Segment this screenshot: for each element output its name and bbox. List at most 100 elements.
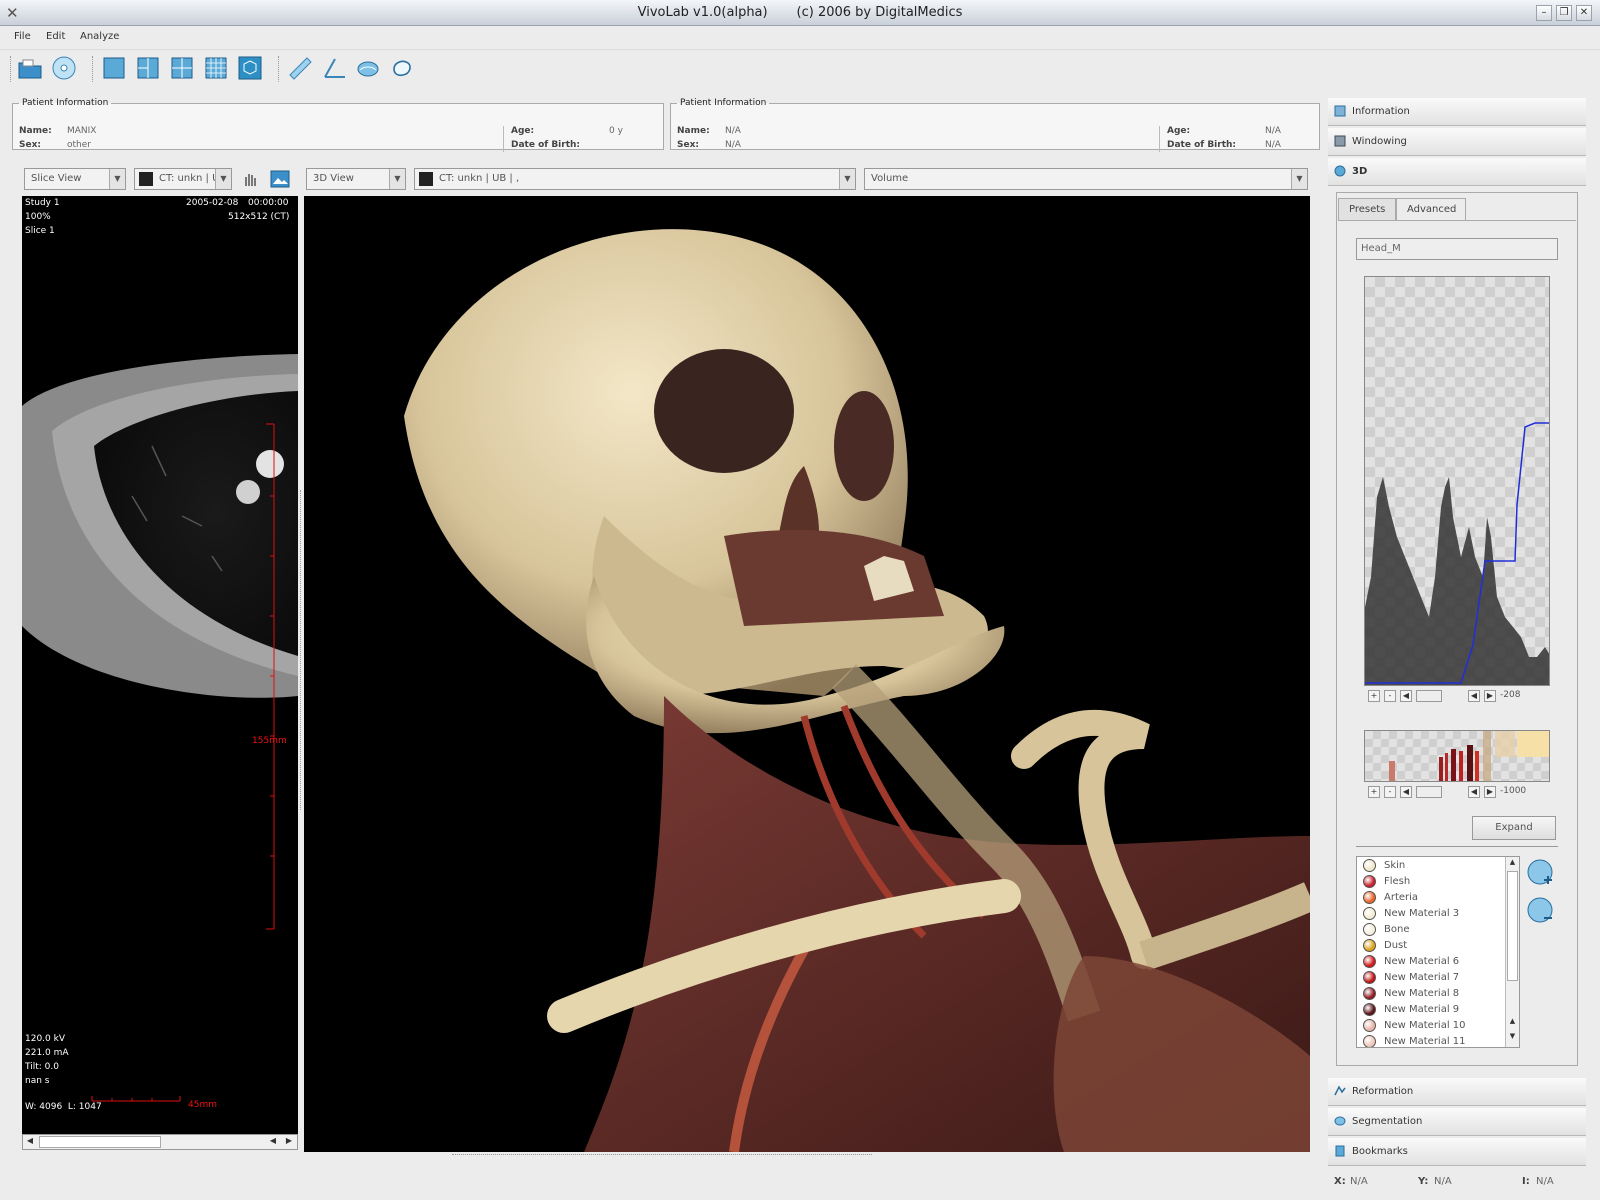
section-windowing[interactable]: Windowing — [1328, 128, 1586, 156]
material-color-icon[interactable] — [1363, 906, 1376, 920]
colormap-slider-thumb[interactable] — [1416, 786, 1442, 798]
3d-view-select[interactable]: 3D View ▼ — [306, 168, 406, 190]
splitter-handle-bottom[interactable] — [452, 1154, 872, 1157]
material-item[interactable]: New Material 6 — [1357, 953, 1519, 969]
section-bookmarks[interactable]: Bookmarks — [1328, 1138, 1586, 1166]
material-item[interactable]: Arteria — [1357, 889, 1519, 905]
material-item[interactable]: New Material 3 — [1357, 905, 1519, 921]
snapshot-icon[interactable] — [268, 168, 292, 190]
tab-advanced[interactable]: Advanced — [1396, 198, 1466, 220]
quad-view-icon[interactable] — [168, 54, 196, 82]
scroll-down-icon[interactable]: ▼ — [1507, 1032, 1518, 1044]
expand-button[interactable]: Expand — [1472, 816, 1556, 840]
material-color-icon[interactable] — [1363, 858, 1376, 872]
slice-series-select[interactable]: CT: unkn | U ▼ — [134, 168, 232, 190]
material-color-icon[interactable] — [1363, 1018, 1376, 1032]
material-color-icon[interactable] — [1363, 922, 1376, 936]
preset-name-field[interactable]: Head_M — [1356, 238, 1558, 260]
scroll-left-button[interactable]: ◀ — [1400, 690, 1412, 702]
material-item[interactable]: New Material 9 — [1357, 1001, 1519, 1017]
dob-label: Date of Birth: — [511, 140, 581, 150]
3d-viewport[interactable] — [304, 196, 1310, 1152]
scroll-up-icon[interactable]: ▲ — [1507, 1017, 1518, 1029]
histogram-slider-thumb[interactable] — [1416, 690, 1442, 702]
render-mode-select[interactable]: Volume ▼ — [864, 168, 1308, 190]
material-item[interactable]: New Material 8 — [1357, 985, 1519, 1001]
scroll-up-icon[interactable]: ▲ — [1507, 858, 1518, 870]
scroll-left-button[interactable]: ◀ — [1400, 786, 1412, 798]
color-map-strip[interactable] — [1364, 730, 1550, 782]
section-windowing-label: Windowing — [1352, 136, 1407, 147]
study-label: Study 1 — [25, 198, 60, 208]
material-item[interactable]: Flesh — [1357, 873, 1519, 889]
grid-view-icon[interactable] — [202, 54, 230, 82]
section-3d[interactable]: 3D — [1328, 158, 1586, 186]
add-color-button[interactable]: + — [1368, 786, 1380, 798]
3d-series-select[interactable]: CT: unkn | UB | , ▼ — [414, 168, 856, 190]
section-segmentation-label: Segmentation — [1352, 1116, 1423, 1127]
section-information[interactable]: Information — [1328, 98, 1586, 126]
freehand-area-icon[interactable] — [354, 54, 382, 82]
remove-material-icon[interactable] — [1526, 896, 1556, 926]
material-item[interactable]: Dust — [1357, 937, 1519, 953]
toolbar-grip-3[interactable] — [278, 56, 281, 82]
hand-tool-icon[interactable] — [238, 168, 262, 190]
3d-cube-icon[interactable] — [236, 54, 264, 82]
slice-scrollbar[interactable]: ◀ ◀ ▶ — [22, 1134, 298, 1150]
material-color-icon[interactable] — [1363, 938, 1376, 952]
material-item[interactable]: New Material 7 — [1357, 969, 1519, 985]
close-button[interactable]: ✕ — [1576, 5, 1592, 21]
material-color-icon[interactable] — [1363, 970, 1376, 984]
section-segmentation[interactable]: Segmentation — [1328, 1108, 1586, 1136]
scroll-left-icon[interactable]: ◀ — [267, 1136, 279, 1148]
material-color-icon[interactable] — [1363, 1034, 1376, 1047]
material-item[interactable]: Skin — [1357, 857, 1519, 873]
material-item[interactable]: Bone — [1357, 921, 1519, 937]
transfer-function-histogram[interactable] — [1364, 276, 1550, 686]
toolbar-grip[interactable] — [10, 56, 13, 82]
open-folder-icon[interactable] — [16, 54, 44, 82]
closed-curve-icon[interactable] — [388, 54, 416, 82]
scrollbar-thumb[interactable] — [1507, 871, 1518, 981]
add-material-icon[interactable] — [1526, 858, 1556, 888]
material-name: New Material 7 — [1384, 971, 1460, 983]
scroll-right-button[interactable]: ▶ — [1484, 786, 1496, 798]
material-color-icon[interactable] — [1363, 1002, 1376, 1016]
scroll-left-button[interactable]: ◀ — [1468, 786, 1480, 798]
materials-scrollbar[interactable]: ▲ ▲ ▼ — [1505, 857, 1519, 1047]
cd-disc-icon[interactable] — [50, 54, 78, 82]
angle-icon[interactable] — [320, 54, 348, 82]
section-reformation[interactable]: Reformation — [1328, 1078, 1586, 1106]
ruler-icon[interactable] — [286, 54, 314, 82]
maximize-button[interactable]: ❐ — [1556, 5, 1572, 21]
sphere-3d-icon — [1334, 165, 1346, 177]
material-color-icon[interactable] — [1363, 986, 1376, 1000]
bookmarks-icon — [1335, 1145, 1345, 1157]
scroll-left-icon[interactable]: ◀ — [24, 1136, 36, 1148]
split-view-icon[interactable] — [134, 54, 162, 82]
toolbar-grip-2[interactable] — [92, 56, 95, 82]
menu-edit[interactable]: Edit — [46, 31, 65, 42]
material-item[interactable]: New Material 11 — [1357, 1033, 1519, 1047]
tab-presets[interactable]: Presets — [1338, 198, 1396, 220]
menu-file[interactable]: File — [14, 31, 31, 42]
menu-analyze[interactable]: Analyze — [80, 31, 119, 42]
scroll-right-button[interactable]: ▶ — [1484, 690, 1496, 702]
material-color-icon[interactable] — [1363, 890, 1376, 904]
scroll-left-button[interactable]: ◀ — [1468, 690, 1480, 702]
remove-color-button[interactable]: - — [1384, 786, 1396, 798]
slice-view-select[interactable]: Slice View ▼ — [24, 168, 126, 190]
slice-viewport[interactable]: Study 1 2005-02-08 00:00:00 100% 512x512… — [22, 196, 298, 1134]
splitter-handle[interactable] — [300, 490, 302, 810]
remove-point-button[interactable]: - — [1384, 690, 1396, 702]
scrollbar-thumb[interactable] — [39, 1136, 161, 1148]
add-point-button[interactable]: + — [1368, 690, 1380, 702]
material-color-icon[interactable] — [1363, 954, 1376, 968]
material-color-icon[interactable] — [1363, 874, 1376, 888]
series-thumbnail-icon — [139, 172, 153, 186]
scroll-right-icon[interactable]: ▶ — [283, 1136, 295, 1148]
materials-list[interactable]: Skin Flesh Arteria New Material 3 Bone Dust Ne… — [1356, 856, 1520, 1048]
single-view-icon[interactable] — [100, 54, 128, 82]
minimize-button[interactable]: – — [1536, 5, 1552, 21]
material-item[interactable]: New Material 10 — [1357, 1017, 1519, 1033]
